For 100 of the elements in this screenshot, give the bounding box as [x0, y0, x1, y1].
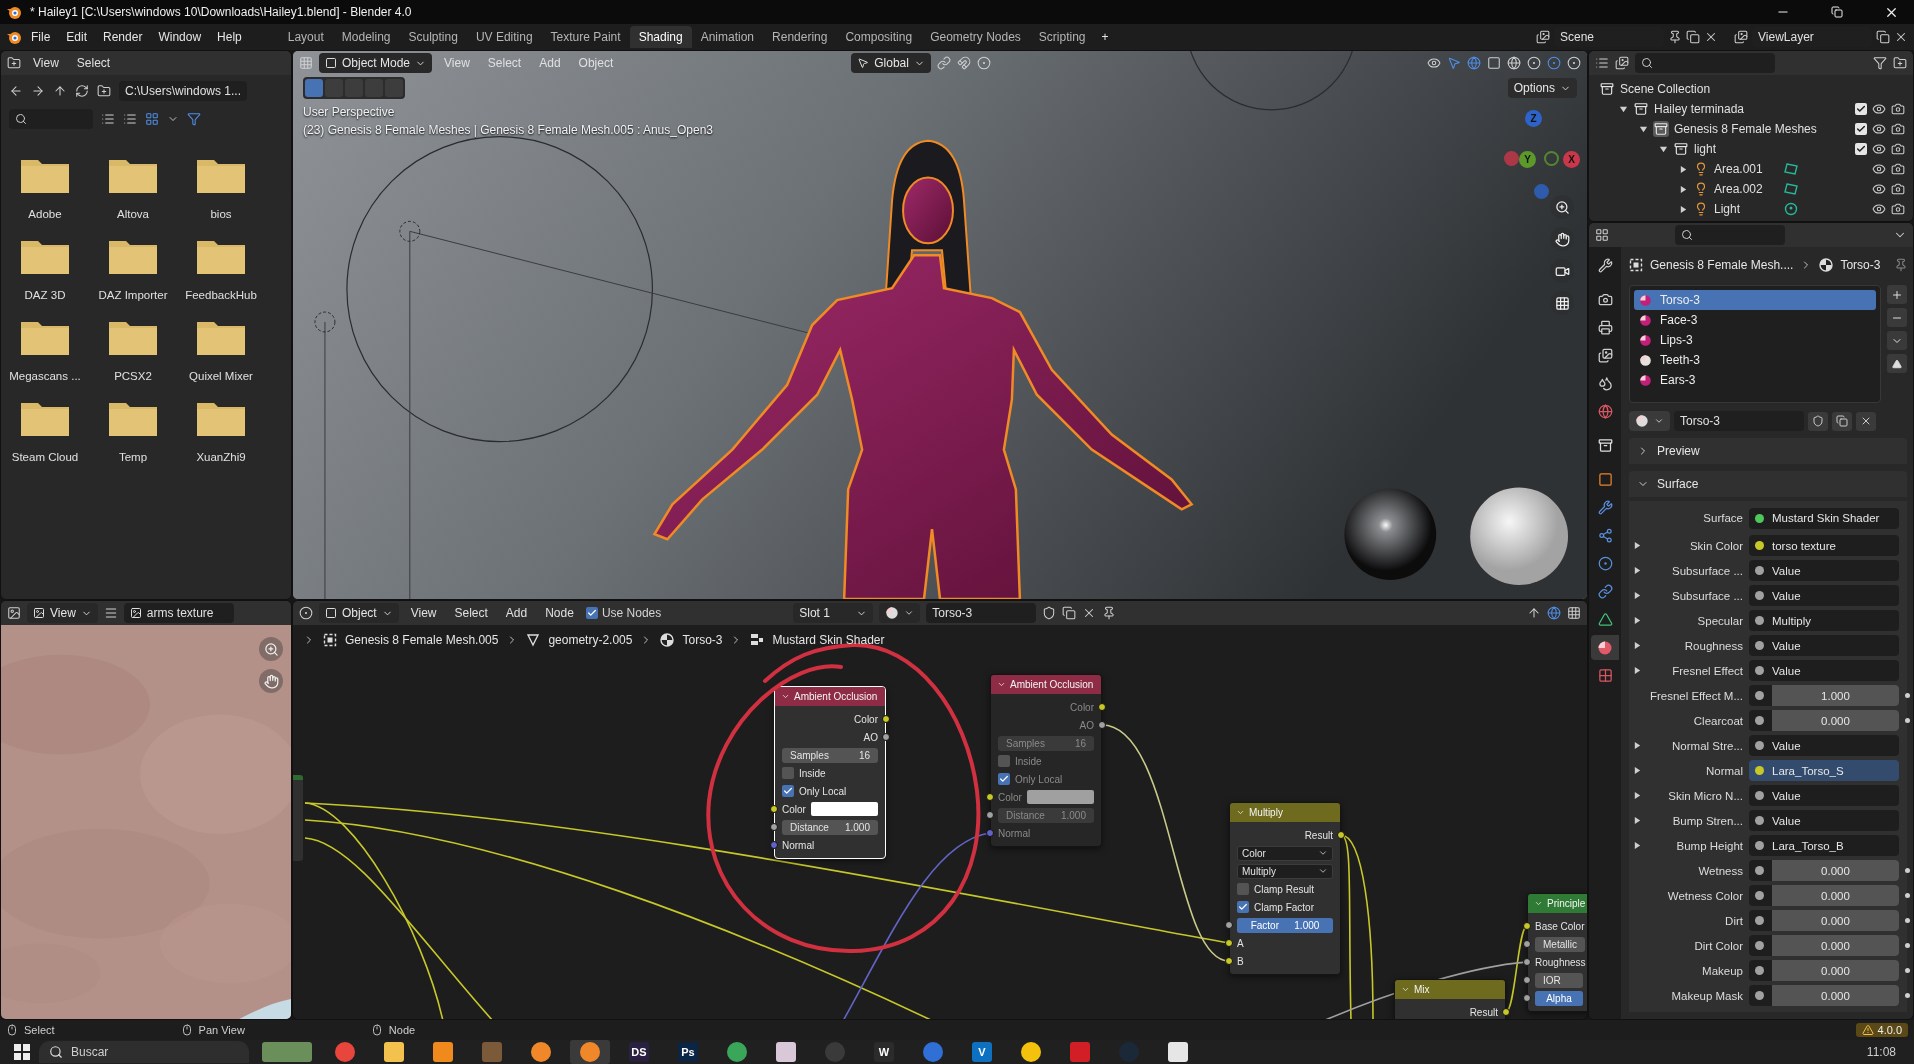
- menu-item[interactable]: View: [27, 54, 65, 72]
- number-field[interactable]: 1.000: [1749, 685, 1899, 706]
- outliner-item[interactable]: Area.001: [1714, 162, 1778, 176]
- taskbar-app[interactable]: Ps: [668, 1040, 708, 1064]
- number-field[interactable]: 0.000: [1749, 935, 1899, 956]
- link-field[interactable]: torso texture: [1749, 535, 1899, 556]
- number-field[interactable]: 0.000: [1749, 960, 1899, 981]
- outliner-item[interactable]: Light: [1714, 202, 1779, 216]
- workspace-tab[interactable]: Animation: [691, 26, 764, 48]
- dropdown-field[interactable]: Color: [1237, 845, 1333, 861]
- shader-type-dropdown[interactable]: Object: [319, 603, 399, 623]
- node-header[interactable]: Ambient Occlusion: [991, 675, 1101, 694]
- number-field[interactable]: Distance 1.000: [782, 819, 878, 835]
- material-slot[interactable]: Ears-3: [1634, 370, 1876, 390]
- folder-item[interactable]: PCSX2: [89, 317, 177, 398]
- workspace-tab[interactable]: Rendering: [763, 26, 837, 48]
- outliner-item[interactable]: light: [1694, 142, 1770, 156]
- options-dropdown[interactable]: Options: [1507, 78, 1577, 98]
- workspace-tab[interactable]: Shading: [629, 26, 692, 48]
- workspace-tab[interactable]: Geometry Nodes: [921, 26, 1030, 48]
- node-header[interactable]: Multiply: [1230, 803, 1340, 822]
- mode-dropdown[interactable]: Object Mode: [319, 53, 433, 73]
- folder-item[interactable]: Quixel Mixer: [177, 317, 265, 398]
- breadcrumb-item[interactable]: Torso-3: [1840, 258, 1881, 272]
- shader-field[interactable]: Mustard Skin Shader: [1749, 507, 1899, 529]
- breadcrumb-item[interactable]: Genesis 8 Female Mesh.005: [345, 633, 499, 647]
- workspace-tab[interactable]: Compositing: [836, 26, 922, 48]
- link-field[interactable]: Value: [1749, 560, 1899, 581]
- path-field[interactable]: C:\Users\windows 1...: [119, 81, 248, 101]
- menu-item[interactable]: File: [24, 27, 58, 47]
- image-field[interactable]: arms texture: [123, 603, 234, 623]
- menu-item[interactable]: Window: [151, 27, 209, 47]
- search-field[interactable]: Buscar: [39, 1041, 249, 1063]
- link-field[interactable]: Lara_Torso_B: [1749, 835, 1899, 856]
- folder-item[interactable]: Adobe: [1, 155, 89, 236]
- node-header[interactable]: Ambient Occlusion: [775, 687, 885, 706]
- number-field[interactable]: 0.000: [1749, 985, 1899, 1006]
- link-field[interactable]: Multiply: [1749, 610, 1899, 631]
- folder-item[interactable]: XuanZhi9: [177, 398, 265, 479]
- folder-item[interactable]: Steam Cloud: [1, 398, 89, 479]
- outliner-item[interactable]: Scene Collection: [1620, 82, 1760, 96]
- folder-item[interactable]: FeedbackHub: [177, 236, 265, 317]
- menu-item[interactable]: Select: [70, 54, 117, 72]
- number-field[interactable]: 0.000: [1749, 885, 1899, 906]
- menu-item[interactable]: View: [404, 604, 443, 622]
- number-field[interactable]: 0.000: [1749, 910, 1899, 931]
- dropdown-field[interactable]: Multiply: [1237, 863, 1333, 879]
- material-slot[interactable]: Lips-3: [1634, 330, 1876, 350]
- material-name-field[interactable]: Torso-3: [926, 603, 1037, 623]
- slot-dropdown[interactable]: Slot 1: [793, 603, 874, 623]
- panel-header[interactable]: Surface: [1629, 471, 1907, 497]
- menu-item[interactable]: Node: [539, 604, 580, 622]
- taskbar-app[interactable]: V: [962, 1040, 1002, 1064]
- workspace-tab[interactable]: Sculpting: [399, 26, 467, 48]
- workspace-tab[interactable]: Modeling: [332, 26, 400, 48]
- workspace-tab[interactable]: Layout: [278, 26, 333, 48]
- orientation-dropdown[interactable]: Global: [851, 53, 931, 73]
- link-field[interactable]: Value: [1749, 660, 1899, 681]
- breadcrumb-item[interactable]: Torso-3: [682, 633, 723, 647]
- add-workspace-button[interactable]: +: [1094, 27, 1116, 47]
- outliner-item[interactable]: Area.002: [1714, 182, 1778, 196]
- material-slot[interactable]: Teeth-3: [1634, 350, 1876, 370]
- number-field[interactable]: 0.000: [1749, 860, 1899, 881]
- link-field[interactable]: Value: [1749, 635, 1899, 656]
- menu-item[interactable]: Select: [448, 604, 494, 622]
- folder-item[interactable]: Megascans ...: [1, 317, 89, 398]
- material-slot[interactable]: Face-3: [1634, 310, 1876, 330]
- material-name-field[interactable]: Torso-3: [1674, 411, 1804, 431]
- link-field[interactable]: Value: [1749, 585, 1899, 606]
- node-header[interactable]: Mix: [1395, 980, 1505, 999]
- menu-item[interactable]: Render: [96, 27, 150, 47]
- taskbar-app[interactable]: DS: [619, 1040, 659, 1064]
- workspace-tab[interactable]: UV Editing: [466, 26, 542, 48]
- folder-item[interactable]: Altova: [89, 155, 177, 236]
- node-header[interactable]: Principle: [1528, 894, 1587, 913]
- view-dropdown[interactable]: View: [27, 603, 98, 623]
- menu-item[interactable]: Edit: [59, 27, 95, 47]
- folder-item[interactable]: DAZ Importer: [89, 236, 177, 317]
- panel-header[interactable]: Preview: [1629, 438, 1907, 464]
- number-field[interactable]: 0.000: [1749, 710, 1899, 731]
- slider-field[interactable]: Factor 1.000: [1237, 917, 1333, 933]
- material-slot[interactable]: Torso-3: [1634, 290, 1876, 310]
- workspace-tab[interactable]: Scripting: [1029, 26, 1095, 48]
- menu-item[interactable]: Add: [499, 604, 534, 622]
- outliner-item[interactable]: Genesis 8 Female Meshes: [1674, 122, 1817, 136]
- number-field[interactable]: Samples 16: [782, 747, 878, 763]
- menu-item[interactable]: Help: [210, 27, 249, 47]
- folder-item[interactable]: Temp: [89, 398, 177, 479]
- link-field[interactable]: Value: [1749, 785, 1899, 806]
- number-field[interactable]: Metallic: [1535, 936, 1585, 952]
- breadcrumb-item[interactable]: Mustard Skin Shader: [772, 633, 885, 647]
- taskbar-app[interactable]: W: [864, 1040, 904, 1064]
- link-field[interactable]: Value: [1749, 810, 1899, 831]
- outliner-item[interactable]: Hailey terminada: [1654, 102, 1750, 116]
- breadcrumb-item[interactable]: geometry-2.005: [548, 633, 633, 647]
- workspace-tab[interactable]: Texture Paint: [541, 26, 630, 48]
- link-field[interactable]: Lara_Torso_S: [1749, 760, 1899, 781]
- number-field[interactable]: IOR: [1535, 972, 1583, 988]
- link-field[interactable]: Value: [1749, 735, 1899, 756]
- folder-item[interactable]: bios: [177, 155, 265, 236]
